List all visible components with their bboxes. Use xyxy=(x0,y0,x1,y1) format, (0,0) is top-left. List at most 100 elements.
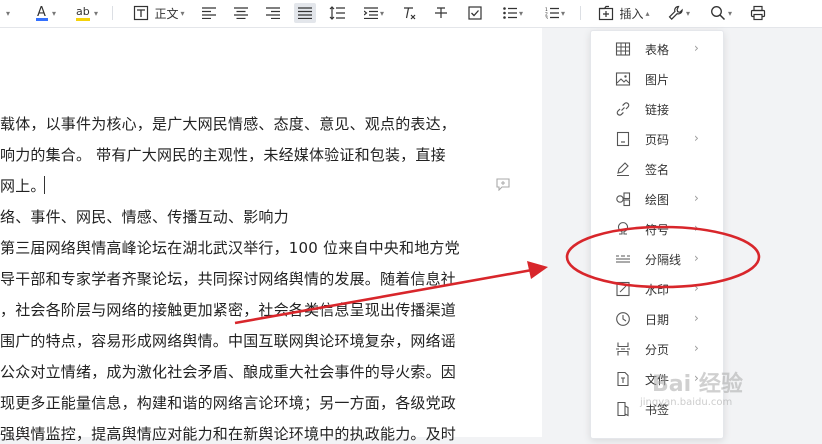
strikethrough-button[interactable] xyxy=(432,3,450,23)
numbered-list-icon: 123 xyxy=(545,7,559,19)
strikethrough-icon xyxy=(435,7,447,18)
menu-item-label: 链接 xyxy=(645,103,670,117)
file-icon xyxy=(617,371,629,387)
menu-item-page-number[interactable]: 页码 › xyxy=(591,124,723,154)
document-line: 响力的集合。 带有广大网民的主观性，未经媒体验证和包装，直接 xyxy=(0,146,446,164)
menu-item-drawing[interactable]: 绘图 › xyxy=(591,184,723,214)
comment-icon xyxy=(496,178,510,192)
menu-item-label: 水印 xyxy=(645,283,670,297)
menu-item-label: 签名 xyxy=(645,163,670,177)
align-right-button[interactable] xyxy=(264,3,282,23)
menu-item-date[interactable]: 日期 › xyxy=(591,304,723,334)
align-justify-button[interactable] xyxy=(294,3,316,23)
insert-icon xyxy=(599,5,614,21)
menu-item-label: 页码 xyxy=(645,133,670,147)
chevron-right-icon: › xyxy=(694,251,699,265)
chevron-right-icon: › xyxy=(694,41,699,55)
menu-item-label: 图片 xyxy=(645,73,670,87)
menu-item-link[interactable]: 链接 xyxy=(591,94,723,124)
document-line: 第三届网络舆情高峰论坛在湖北武汉举行，100 位来自中央和地方党 xyxy=(0,239,460,257)
drawing-icon xyxy=(616,192,631,207)
document-line: 围广的特点，容易形成网络舆情。中国互联网舆论环境复杂，网络谣 xyxy=(0,332,457,350)
indent-icon xyxy=(363,7,378,19)
chevron-right-icon: › xyxy=(694,341,699,355)
insert-menu-button[interactable]: 插入 ▴ xyxy=(592,3,656,23)
search-icon xyxy=(711,6,726,21)
document-line: 现更多正能量信息，构建和谐的网络言论环境；另一方面，各级党政 xyxy=(0,394,457,412)
document-line: 公众对立情绪，成为激化社会矛盾、酿成重大社会事件的导火索。因 xyxy=(0,363,457,381)
chevron-right-icon: › xyxy=(694,311,699,325)
checkbox-icon xyxy=(468,6,482,20)
watermark-url: jingyan.baidu.com xyxy=(640,397,733,408)
chevron-right-icon: › xyxy=(694,131,699,145)
svg-text:A: A xyxy=(37,5,46,20)
clear-format-button[interactable] xyxy=(400,3,418,23)
document-line: 导干部和专家学者齐聚论坛，共同探讨网络舆情的发展。随着信息社 xyxy=(0,270,457,288)
image-icon xyxy=(615,72,631,86)
page-number-icon xyxy=(616,131,630,147)
menu-item-label: 分页 xyxy=(645,343,670,357)
printer-icon xyxy=(750,5,766,21)
menu-item-label: 绘图 xyxy=(645,193,670,207)
highlight-button[interactable]: ab ▾ xyxy=(70,3,102,23)
menu-item-signature[interactable]: 签名 xyxy=(591,154,723,184)
document-line: ，社会各阶层与网络的接触更加紧密，社会各类信息呈现出传播渠道 xyxy=(0,301,457,319)
text-cursor xyxy=(44,176,45,194)
highlight-icon: ab xyxy=(75,5,90,21)
align-right-icon xyxy=(266,7,280,19)
find-button[interactable]: ▾ xyxy=(706,3,736,23)
document-page[interactable]: 载体，以事件为核心，是广大网民情感、态度、意见、观点的表达， 响力的集合。 带有… xyxy=(0,28,542,443)
insert-menu-label: 插入 xyxy=(619,6,644,21)
menu-item-watermark[interactable]: 水印 › xyxy=(591,274,723,304)
text-style-icon xyxy=(134,5,149,21)
chevron-right-icon: › xyxy=(694,281,699,295)
align-left-icon xyxy=(202,7,216,19)
document-line: 强舆情监控，提高舆情应对能力和在新舆论环境中的执政能力。及时 xyxy=(0,425,457,443)
line-spacing-icon xyxy=(329,6,345,20)
menu-item-label: 符号 xyxy=(645,223,670,237)
menu-item-label: 分隔线 xyxy=(645,253,682,267)
divider-icon xyxy=(616,255,630,263)
editor-toolbar: ▾ A ▾ ab ▾ 正文 ▾ ▾ ▾ 123 ▾ 插入 ▴ ▾ ▾ xyxy=(0,0,822,28)
menu-item-divider-line[interactable]: 分隔线 › xyxy=(591,244,723,274)
symbol-icon xyxy=(618,222,628,235)
menu-item-image[interactable]: 图片 xyxy=(591,64,723,94)
menu-item-table[interactable]: 表格 › xyxy=(591,34,723,64)
chevron-right-icon: › xyxy=(694,191,699,205)
line-spacing-button[interactable] xyxy=(328,3,346,23)
clear-format-icon xyxy=(404,7,416,20)
paragraph-style-value: 正文 xyxy=(154,6,179,21)
menu-item-label: 表格 xyxy=(645,43,670,57)
toolbar-divider xyxy=(580,6,581,20)
watermark-icon xyxy=(616,281,630,297)
align-left-button[interactable] xyxy=(200,3,218,23)
document-line: 络、事件、网民、情感、传播互动、影响力 xyxy=(0,208,289,226)
page-break-icon xyxy=(616,342,630,356)
bullet-list-icon xyxy=(503,7,517,19)
bookmark-icon xyxy=(617,401,629,417)
paragraph-style-select[interactable]: 正文 ▾ xyxy=(122,3,196,23)
align-center-button[interactable] xyxy=(232,3,250,23)
table-icon xyxy=(615,42,631,56)
bullet-list-button[interactable]: ▾ xyxy=(498,3,528,23)
numbered-list-button[interactable]: 123 ▾ xyxy=(540,3,570,23)
align-justify-icon xyxy=(298,7,312,19)
watermark-logo: Bai 经验 xyxy=(652,372,743,397)
toolbar-divider xyxy=(112,6,113,20)
tools-button[interactable]: ▾ xyxy=(664,3,694,23)
font-color-button[interactable]: A ▾ xyxy=(30,3,60,23)
menu-item-symbol[interactable]: 符号 › xyxy=(591,214,723,244)
link-icon xyxy=(616,102,630,116)
menu-item-page-break[interactable]: 分页 › xyxy=(591,334,723,364)
font-color-icon: A xyxy=(35,5,48,21)
indent-button[interactable]: ▾ xyxy=(360,3,388,23)
signature-icon xyxy=(617,162,629,177)
checkbox-list-button[interactable] xyxy=(466,3,484,23)
date-icon xyxy=(616,312,630,326)
document-line: 网上。 xyxy=(0,177,46,195)
toolbar-caret-left[interactable]: ▾ xyxy=(0,3,14,23)
chevron-right-icon: › xyxy=(694,221,699,235)
svg-text:3: 3 xyxy=(545,16,548,20)
add-comment-button[interactable] xyxy=(496,176,510,195)
print-button[interactable] xyxy=(748,3,768,23)
